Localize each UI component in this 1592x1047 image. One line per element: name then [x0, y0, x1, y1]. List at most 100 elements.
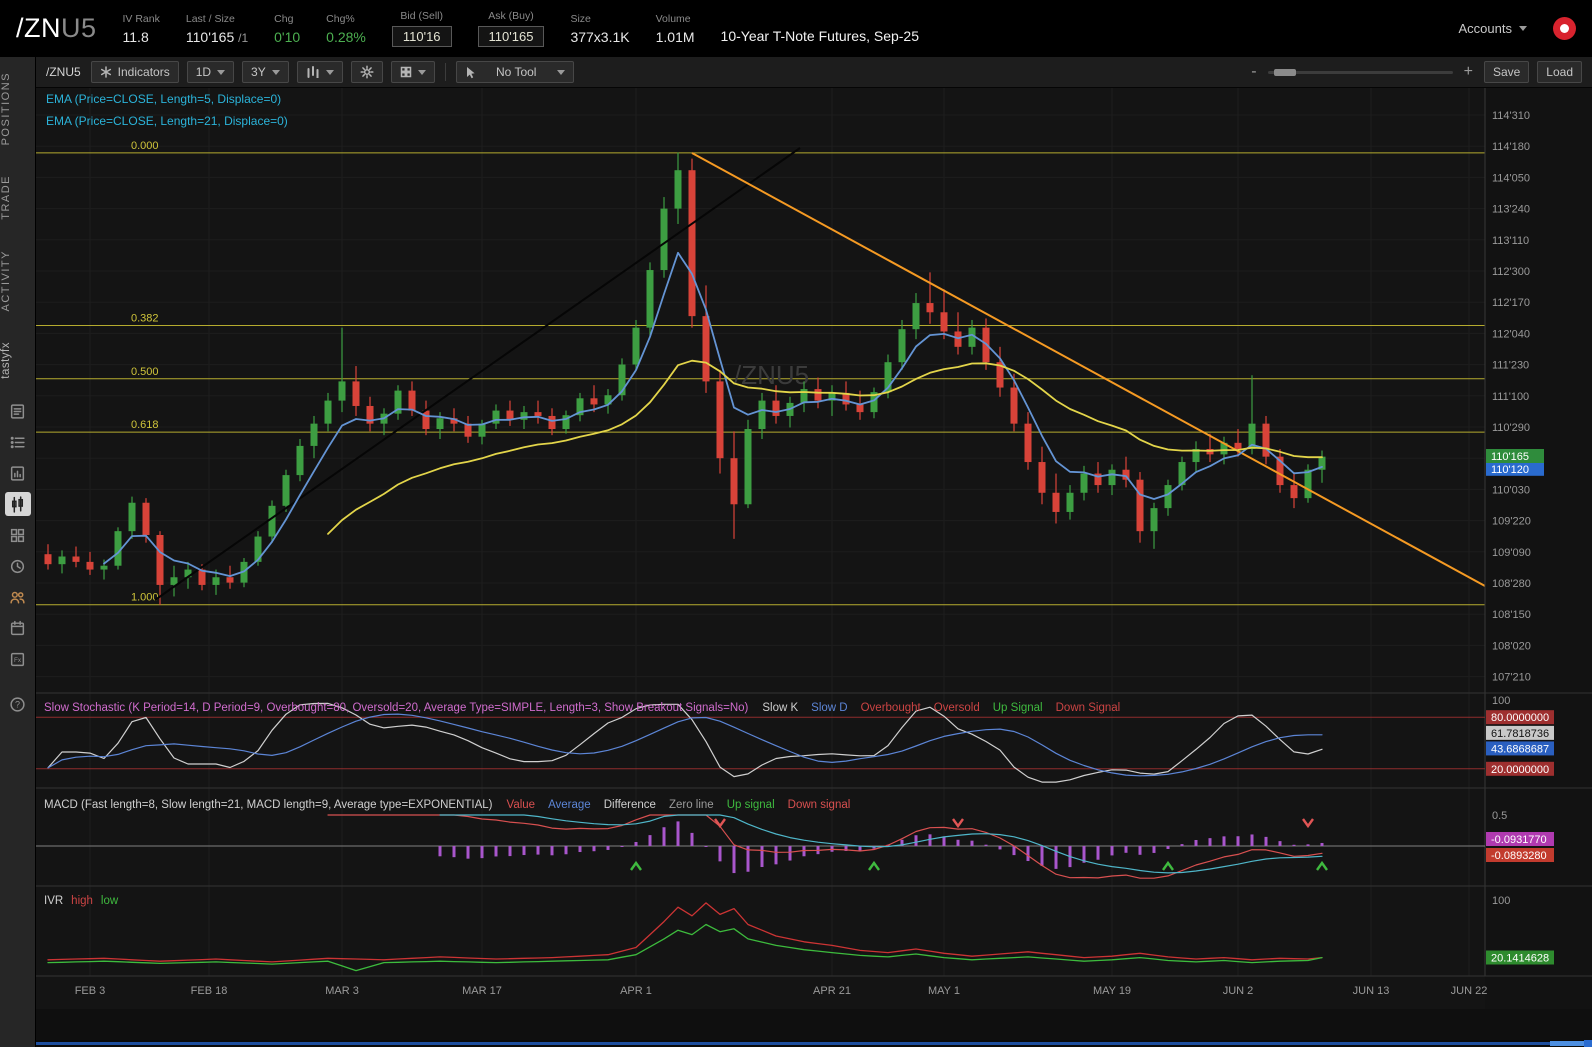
toolbar-divider: [444, 63, 446, 81]
grid-watchlist-icon-button[interactable]: [5, 523, 31, 547]
svg-text:0.382: 0.382: [131, 312, 159, 324]
svg-text:JUN 13: JUN 13: [1353, 985, 1390, 997]
sidebar-tab-activity[interactable]: ACTIVITY: [0, 235, 36, 327]
svg-text:20.1414628: 20.1414628: [1491, 952, 1549, 964]
macd-study-header[interactable]: MACD (Fast length=8, Slow length=21, MAC…: [44, 799, 850, 811]
svg-text:114'180: 114'180: [1492, 141, 1530, 153]
scrollbar-handle[interactable]: [1550, 1041, 1584, 1046]
calendar-icon-button[interactable]: [5, 616, 31, 640]
svg-text:JUN 2: JUN 2: [1223, 985, 1254, 997]
report-icon-button[interactable]: [5, 461, 31, 485]
ema5-study-label[interactable]: EMA (Price=CLOSE, Length=5, Displace=0): [46, 92, 281, 106]
layout-dropdown[interactable]: [390, 61, 435, 83]
svg-text:112'300: 112'300: [1492, 266, 1530, 278]
functions-icon-button[interactable]: Fx: [5, 647, 31, 671]
people-icon-button[interactable]: [5, 585, 31, 609]
svg-text:112'170: 112'170: [1492, 297, 1530, 309]
ask-button[interactable]: 110'165: [477, 26, 545, 47]
ivr-study-header[interactable]: IVR high low: [44, 895, 118, 907]
scrollbar-track[interactable]: [36, 1042, 1582, 1045]
drawing-tool-dropdown[interactable]: No Tool: [455, 61, 574, 83]
alert-badge-icon[interactable]: [1553, 17, 1576, 40]
svg-text:111'230: 111'230: [1492, 360, 1529, 372]
macd-title: MACD (Fast length=8, Slow length=21, MAC…: [44, 799, 493, 811]
bid-button[interactable]: 110'16: [391, 26, 452, 47]
svg-text:43.6868687: 43.6868687: [1491, 743, 1549, 755]
candle-chart-icon-button[interactable]: [4, 492, 31, 517]
svg-text:0.500: 0.500: [131, 366, 159, 378]
help-icon-button[interactable]: ?: [5, 692, 31, 716]
chevron-down-icon: [1519, 26, 1527, 31]
iv-rank-label: IV Rank: [122, 12, 160, 25]
zoom-slider-handle[interactable]: [1273, 68, 1296, 76]
svg-text:MAY 1: MAY 1: [928, 985, 960, 997]
layout-grid-icon: [400, 66, 411, 78]
news-icon-button[interactable]: [5, 399, 31, 423]
zoom-slider[interactable]: [1267, 68, 1453, 76]
save-button[interactable]: Save: [1483, 61, 1530, 83]
volume-label: Volume: [655, 12, 691, 25]
svg-text:MAR 17: MAR 17: [462, 985, 502, 997]
svg-text:112'040: 112'040: [1492, 328, 1530, 340]
legend-item: Value: [506, 799, 536, 811]
legend-item: Difference: [603, 799, 656, 811]
bid-field: Bid (Sell) 110'16: [391, 10, 452, 47]
zoom-in-button[interactable]: +: [1461, 63, 1476, 81]
symbol: /ZNU5: [16, 13, 97, 44]
svg-text:108'280: 108'280: [1492, 578, 1531, 590]
svg-text:108'150: 108'150: [1492, 609, 1531, 621]
bid-label: Bid (Sell): [400, 10, 444, 22]
list-icon-button[interactable]: [5, 430, 31, 454]
size-label: Size: [570, 12, 591, 25]
zoom-out-button[interactable]: -: [1248, 63, 1259, 81]
timeframe-dropdown[interactable]: 1D: [186, 61, 235, 83]
load-button[interactable]: Load: [1537, 61, 1582, 83]
legend-item: Up signal: [726, 799, 775, 811]
indicators-button[interactable]: Indicators: [90, 61, 179, 83]
horizontal-scrollbar[interactable]: [36, 1040, 1592, 1047]
chart-area[interactable]: 0.000 0.382 0.500 0.618 1.000/ZNU5 114'310 114…: [36, 88, 1592, 1047]
legend-item: Slow K: [762, 702, 799, 714]
legend-item: Overbought: [860, 702, 921, 714]
macd-legend: Value Average Difference Zero line Up signal…: [507, 799, 851, 811]
ivr-title: IVR: [44, 895, 64, 907]
svg-text:61.7818736: 61.7818736: [1491, 728, 1549, 740]
svg-text:-0.0931770: -0.0931770: [1491, 834, 1547, 846]
chg-pct-value: 0.28%: [326, 28, 366, 45]
ema21-study-label[interactable]: EMA (Price=CLOSE, Length=21, Displace=0): [46, 114, 288, 128]
svg-text:80.0000000: 80.0000000: [1491, 712, 1549, 724]
chart-type-dropdown[interactable]: [296, 61, 343, 83]
legend-item: Oversold: [933, 702, 980, 714]
gear-icon: [360, 65, 374, 79]
range-dropdown[interactable]: 3Y: [242, 61, 289, 83]
svg-text:110'290: 110'290: [1492, 422, 1530, 434]
svg-text:0.5: 0.5: [1492, 810, 1507, 822]
legend-item: Down signal: [787, 799, 851, 811]
price-chart[interactable]: 0.000 0.382 0.500 0.618 1.000/ZNU5 114'310 114…: [36, 88, 1592, 1009]
chg-pct-label: Chg%: [326, 12, 355, 25]
chevron-down-icon: [325, 69, 334, 75]
sidebar-tab-positions[interactable]: POSITIONS: [0, 57, 36, 160]
svg-text:MAY 19: MAY 19: [1093, 985, 1131, 997]
svg-text:113'240: 113'240: [1492, 204, 1530, 216]
people-icon: [10, 591, 25, 604]
volume-value: 1.01M: [655, 28, 695, 45]
svg-text:113'110: 113'110: [1492, 235, 1529, 247]
svg-text:APR 21: APR 21: [813, 985, 851, 997]
sidebar-icon-rail: Fx ?: [4, 399, 31, 716]
accounts-dropdown[interactable]: Accounts: [1459, 21, 1527, 36]
clock-icon-button[interactable]: [5, 554, 31, 578]
last-size-field: Last / Size 110'165 /1: [186, 13, 248, 45]
legend-item: low: [100, 895, 119, 907]
size-value: 377x3.1K: [570, 28, 630, 45]
chart-settings-button[interactable]: [350, 61, 383, 83]
left-sidebar: POSITIONS TRADE ACTIVITY tastyfx Fx ?: [0, 57, 36, 1047]
sidebar-tab-tastyfx[interactable]: tastyfx: [0, 327, 36, 394]
bar-chart-icon: [307, 66, 319, 78]
stochastic-study-header[interactable]: Slow Stochastic (K Period=14, D Period=9…: [44, 702, 1120, 714]
scrollbar-corner: [1584, 1040, 1592, 1047]
svg-text:107'210: 107'210: [1492, 672, 1531, 684]
size-field: Size 377x3.1K: [570, 13, 629, 45]
svg-text:JUN 22: JUN 22: [1451, 985, 1488, 997]
sidebar-tab-trade[interactable]: TRADE: [0, 160, 36, 235]
